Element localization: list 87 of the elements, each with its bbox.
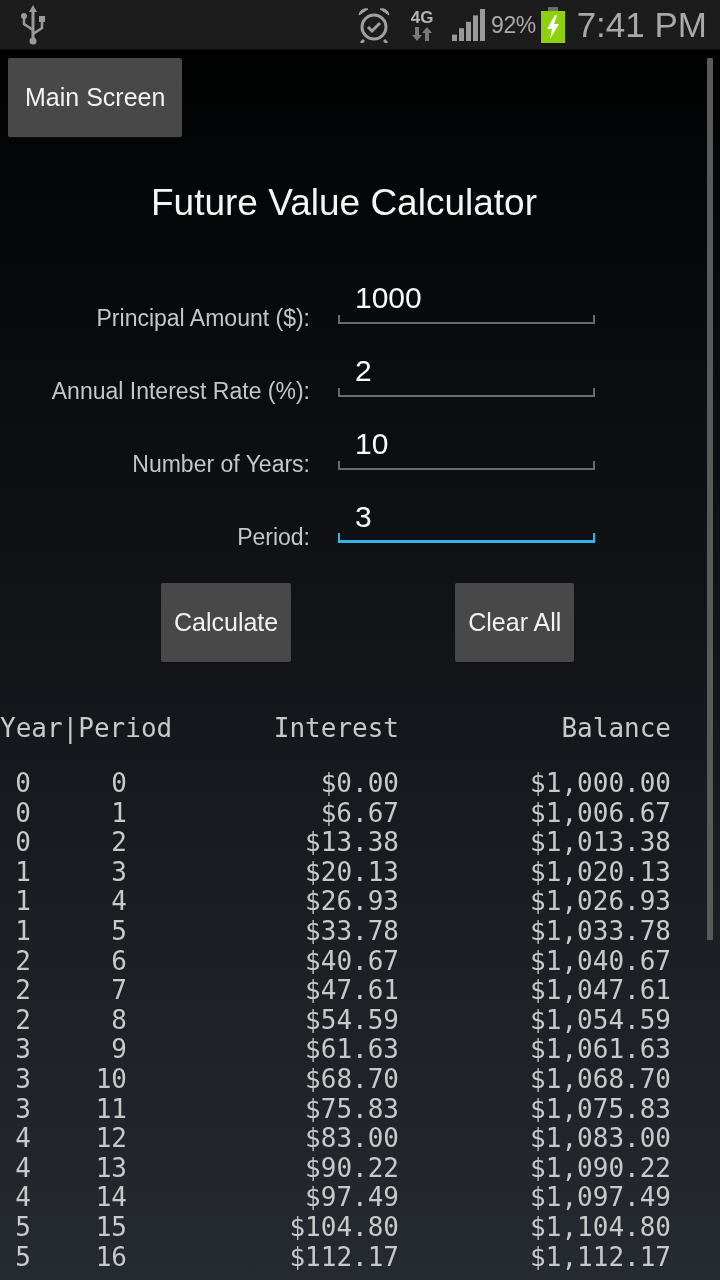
table-cell: 4 — [15, 1183, 31, 1213]
table-cell: 1 — [15, 887, 31, 917]
table-cell: 4 — [15, 1153, 31, 1184]
table-cell: 8 — [111, 1005, 127, 1036]
table-cell: $1,006.67 — [530, 798, 671, 829]
main-screen-button[interactable]: Main Screen — [8, 58, 183, 137]
table-cell: 3 — [15, 1064, 31, 1095]
table-cell: 1 — [15, 857, 31, 888]
table-cell: 15 — [95, 1212, 127, 1243]
battery-charging-icon — [540, 6, 565, 43]
usb-icon — [20, 4, 46, 45]
table-cell: $1,075.83 — [530, 1094, 671, 1125]
field-label: Period: — [236, 523, 310, 552]
table-cell: $61.63 — [305, 1035, 399, 1065]
screen-title: Future Value Calculator — [150, 181, 538, 225]
table-cell: 1 — [15, 916, 31, 947]
table-cell: $33.78 — [305, 916, 399, 947]
table-cell: $68.70 — [305, 1064, 399, 1095]
table-cell: $13.38 — [305, 828, 399, 858]
table-cell: $90.22 — [305, 1153, 399, 1184]
table-cell: 10 — [95, 1064, 127, 1095]
table-cell: $26.93 — [305, 887, 399, 917]
table-cell: 3 — [111, 857, 127, 888]
table-cell: $1,083.00 — [530, 1124, 671, 1154]
signal-icon — [452, 8, 487, 41]
table-cell: $83.00 — [305, 1124, 399, 1154]
column-header: Interest — [273, 713, 399, 743]
table-cell: $6.67 — [320, 798, 399, 829]
table-cell: $1,061.63 — [530, 1035, 671, 1065]
table-cell: 1 — [111, 798, 127, 829]
table-cell: $1,090.22 — [530, 1153, 671, 1184]
table-cell: 0 — [15, 769, 31, 799]
table-cell: $1,112.17 — [530, 1242, 671, 1273]
table-cell: $1,068.70 — [530, 1064, 671, 1095]
alarm-clock-icon — [357, 6, 392, 43]
table-cell: $1,097.49 — [530, 1183, 671, 1213]
table-cell: $97.49 — [305, 1183, 399, 1213]
network-type-label: 4G — [410, 8, 434, 27]
table-cell: 3 — [15, 1094, 31, 1125]
table-cell: $1,013.38 — [530, 828, 671, 858]
table-cell: $47.61 — [305, 976, 399, 1006]
table-cell: 5 — [15, 1212, 31, 1243]
table-cell: 7 — [111, 976, 127, 1006]
field-label: Number of Years: — [131, 450, 310, 479]
table-cell: 3 — [15, 1035, 31, 1065]
table-cell: 2 — [111, 828, 127, 858]
table-cell: 11 — [95, 1094, 127, 1125]
status-time: 7:41 PM — [576, 4, 707, 45]
table-cell: 4 — [15, 1124, 31, 1154]
table-cell: 14 — [95, 1183, 127, 1213]
table-cell: 2 — [15, 946, 31, 977]
table-cell: $104.80 — [289, 1212, 399, 1243]
table-cell: 0 — [15, 828, 31, 858]
table-cell: 0 — [15, 798, 31, 829]
table-cell: $112.17 — [289, 1242, 399, 1273]
table-cell: 4 — [111, 887, 127, 917]
clear-button[interactable]: Clear All — [455, 583, 575, 662]
table-cell: 16 — [95, 1242, 127, 1273]
column-header: Year|Period — [0, 713, 173, 743]
table-cell: $1,020.13 — [530, 857, 671, 888]
table-cell: 0 — [111, 769, 127, 799]
table-cell: $0.00 — [320, 769, 399, 799]
table-cell: $75.83 — [305, 1094, 399, 1125]
table-cell: 5 — [111, 916, 127, 947]
column-header: Balance — [561, 713, 671, 743]
table-cell: $1,104.80 — [530, 1212, 671, 1243]
table-cell: 6 — [111, 946, 127, 977]
field-label: Annual Interest Rate (%): — [50, 377, 310, 406]
table-cell: 2 — [15, 1005, 31, 1036]
calculate-button[interactable]: Calculate — [161, 583, 292, 662]
table-cell: 5 — [15, 1242, 31, 1273]
table-cell: $1,047.61 — [530, 976, 671, 1006]
table-cell: $1,026.93 — [530, 887, 671, 917]
table-cell: 2 — [15, 976, 31, 1006]
table-cell: $54.59 — [305, 1005, 399, 1036]
table-cell: $1,040.67 — [530, 946, 671, 977]
table-cell: $20.13 — [305, 857, 399, 888]
field-label: Principal Amount ($): — [95, 304, 310, 333]
table-cell: 12 — [95, 1124, 127, 1154]
table-cell: $40.67 — [305, 946, 399, 977]
table-cell: $1,000.00 — [530, 769, 671, 799]
battery-percentage: 92% — [491, 10, 536, 39]
table-cell: $1,054.59 — [530, 1005, 671, 1036]
table-cell: 13 — [95, 1153, 127, 1184]
table-cell: $1,033.78 — [530, 916, 671, 947]
table-cell: 9 — [111, 1035, 127, 1065]
data-arrows-icon — [411, 26, 434, 41]
